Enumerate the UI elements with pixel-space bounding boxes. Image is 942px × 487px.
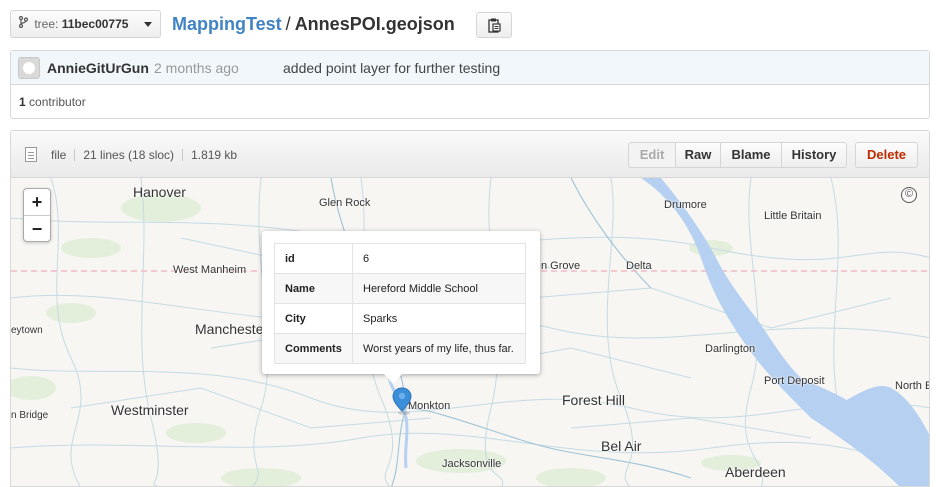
file-name-title: AnnesPOI.geojson	[294, 14, 455, 34]
map-label-taneytown: eytown	[11, 325, 43, 336]
divider	[74, 149, 76, 161]
property-value: Sparks	[352, 303, 526, 334]
table-row: id 6	[274, 243, 526, 274]
file-box: file 21 lines (18 sloc) 1.819 kb Edit Raw …	[10, 130, 930, 487]
breadcrumb: MappingTest / AnnesPOI.geojson	[172, 12, 455, 36]
chevron-down-icon	[144, 22, 152, 27]
contributor-count: 1	[19, 95, 26, 109]
map-label-jacksonville: Jacksonville	[442, 458, 502, 470]
map-label-west-manheim: West Manheim	[173, 264, 247, 276]
tree-name: 11bec00775	[61, 17, 129, 31]
property-key: City	[274, 303, 353, 334]
property-value: Hereford Middle School	[352, 273, 526, 304]
copy-path-button[interactable]	[476, 12, 512, 38]
map-label-union-bridge: n Bridge	[11, 410, 49, 421]
map-label-westminster: Westminster	[111, 402, 189, 418]
breadcrumb-separator: /	[285, 14, 291, 34]
file-header: file 21 lines (18 sloc) 1.819 kb Edit Raw …	[11, 131, 929, 178]
edit-button[interactable]: Edit	[628, 142, 676, 168]
delete-button[interactable]: Delete	[855, 142, 918, 168]
contributor-label: contributor	[29, 95, 86, 109]
clipboard-icon	[488, 18, 501, 33]
table-row: Name Hereford Middle School	[274, 273, 526, 304]
table-row: City Sparks	[274, 303, 526, 334]
file-mode: file	[51, 148, 67, 162]
tree-label: tree:	[34, 17, 59, 31]
file-lines: 21 lines (18 sloc)	[83, 148, 175, 162]
avatar[interactable]	[18, 57, 40, 79]
map-label-north-east: North E	[895, 380, 930, 392]
zoom-out-button[interactable]: −	[24, 215, 50, 241]
repo-link[interactable]: MappingTest	[172, 14, 282, 34]
commit-info-box: AnnieGitUrGun 2 months ago added point l…	[10, 50, 930, 119]
raw-button[interactable]: Raw	[675, 142, 721, 168]
branch-selector-button[interactable]: tree: 11bec00775	[10, 10, 161, 38]
zoom-control: + −	[23, 188, 51, 242]
map-label-little-britain: Little Britain	[764, 210, 822, 222]
map-label-glen-rock: Glen Rock	[319, 197, 371, 209]
commit-author-link[interactable]: AnnieGitUrGun	[47, 51, 149, 85]
map-label-darlington: Darlington	[705, 343, 756, 355]
file-info: file 21 lines (18 sloc) 1.819 kb	[51, 148, 237, 162]
map-label-forest-hill: Forest Hill	[562, 392, 626, 408]
file-text-icon	[25, 147, 37, 162]
feature-popup: id 6 Name Hereford Middle School City Sp…	[262, 231, 540, 384]
blame-button[interactable]: Blame	[720, 142, 782, 168]
property-key: id	[274, 243, 353, 274]
map-pin-icon[interactable]	[392, 387, 412, 420]
branch-icon	[18, 11, 31, 37]
map-label-port-deposit: Port Deposit	[764, 375, 825, 387]
table-row: Comments Worst years of my life, thus fa…	[274, 333, 526, 364]
commit-time: 2 months ago	[154, 60, 239, 76]
file-actions: Edit Raw Blame History	[628, 142, 847, 168]
file-size: 1.819 kb	[191, 148, 238, 162]
property-value: Worst years of my life, thus far.	[352, 333, 526, 364]
file-navigation: tree: 11bec00775 MappingTest / AnnesPOI.ge…	[10, 10, 940, 40]
map-label-bel-air: Bel Air	[601, 438, 642, 454]
contributors-row[interactable]: 1 contributor	[11, 85, 929, 119]
commit-row: AnnieGitUrGun 2 months ago added point l…	[11, 51, 929, 85]
map-label-hanover: Hanover	[133, 184, 186, 200]
divider	[182, 149, 184, 161]
map-label-grove: n Grove	[541, 260, 581, 272]
attribution-button[interactable]: ©	[901, 187, 917, 203]
map-label-aberdeen: Aberdeen	[725, 464, 786, 480]
feature-properties-table: id 6 Name Hereford Middle School City Sp…	[274, 243, 526, 364]
map-label-monkton: Monkton	[408, 400, 451, 412]
map-label-manchester: Mancheste	[195, 321, 264, 337]
map-label-drumore: Drumore	[664, 199, 707, 211]
commit-message-link[interactable]: added point layer for further testing	[283, 51, 500, 85]
zoom-in-button[interactable]: +	[24, 189, 50, 215]
history-button[interactable]: History	[781, 142, 847, 168]
geojson-map[interactable]: Hanover Glen Rock Drumore Little Britain…	[11, 178, 930, 486]
property-key: Name	[274, 273, 353, 304]
map-label-delta: Delta	[626, 260, 652, 272]
property-key: Comments	[274, 333, 353, 364]
property-value: 6	[352, 243, 526, 274]
